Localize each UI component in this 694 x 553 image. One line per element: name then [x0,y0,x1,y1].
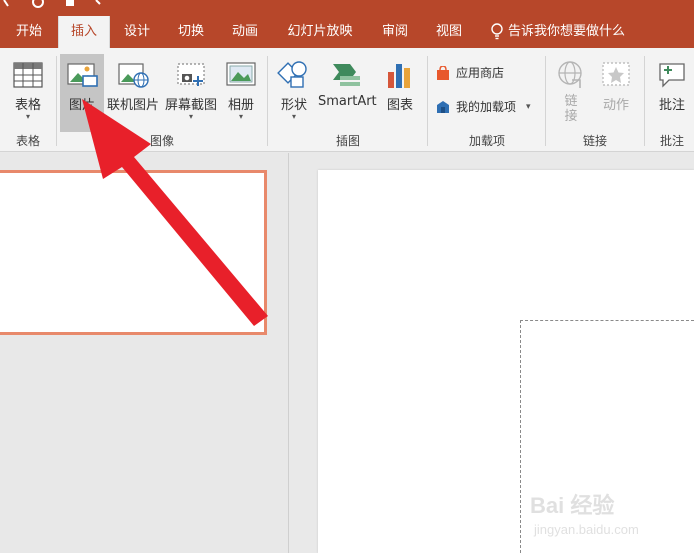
slide-thumbnail[interactable] [0,170,267,335]
quick-access-icons[interactable] [0,0,120,16]
group-label-images: 图像 [149,134,174,148]
table-label: 表格 [14,98,41,113]
tab-insert[interactable]: 插入 [58,16,110,48]
chevron-down-icon: ▾ [291,112,296,121]
group-divider [56,56,57,146]
online-picture-button[interactable]: 联机图片 [106,54,160,132]
tab-slideshow[interactable]: 幻灯片放映 [282,16,358,48]
tab-transitions[interactable]: 切换 [168,16,214,48]
tab-view[interactable]: 视图 [426,16,472,48]
table-icon [13,62,43,88]
screenshot-icon [177,63,205,86]
chevron-down-icon: ▾ [238,112,243,121]
quick-access-toolbar [0,0,694,16]
tab-home[interactable]: 开始 [6,16,52,48]
picture-button[interactable]: 图片 [60,54,104,132]
tab-review[interactable]: 审阅 [372,16,418,48]
store-button[interactable]: 应用商店 [436,62,504,84]
group-label-links: 链接 [582,134,607,148]
chevron-down-icon: ▾ [526,102,531,112]
screenshot-button[interactable]: 屏幕截图 ▾ [162,54,220,132]
comment-icon [659,63,685,88]
action-button[interactable]: 动作 [594,54,638,132]
ribbon-insert: 表格 ▾ 表格 图片 联机图片 屏幕截图 ▾ 相册 ▾ 图像 形状 ▾ Smar… [0,48,694,152]
my-addins-icon [437,101,449,113]
store-icon [437,66,449,80]
watermark-url: jingyan.baidu.com [534,522,639,537]
smartart-button[interactable]: SmartArt [318,54,377,132]
watermark-brand: Bai 经验 [530,493,615,518]
tab-animations[interactable]: 动画 [222,16,268,48]
shapes-icon [277,61,307,88]
chart-button[interactable]: 图表 [380,54,420,132]
action-label: 动作 [602,98,629,113]
link-button[interactable]: 链接 [550,54,592,132]
store-label: 应用商店 [456,66,505,80]
shapes-label: 形状 [280,98,307,113]
chart-icon [388,64,410,88]
baidu-watermark: Bai 经验 jingyan.baidu.com [530,488,680,548]
group-divider [545,56,546,146]
ribbon-tab-bar: 开始 插入 设计 切换 动画 幻灯片放映 审阅 视图 告诉我你想要做什么 [0,16,694,48]
group-divider [267,56,268,146]
smartart-icon [333,64,360,86]
online-picture-label: 联机图片 [106,98,159,113]
album-button[interactable]: 相册 ▾ [222,54,260,132]
my-addins-button[interactable]: 我的加载项 ▾ [436,96,531,118]
action-star-icon [602,62,630,86]
group-label-illustrations: 插图 [335,134,360,148]
group-label-addins: 加载项 [468,134,505,148]
group-divider [644,56,645,146]
comment-label: 批注 [658,98,685,113]
shapes-button[interactable]: 形状 ▾ [272,54,316,132]
smartart-label: SmartArt [318,94,377,109]
chevron-down-icon: ▾ [188,112,193,121]
group-divider [427,56,428,146]
link-globe-icon [558,61,582,88]
tab-design[interactable]: 设计 [114,16,160,48]
screenshot-label: 屏幕截图 [164,98,217,113]
photo-album-icon [226,62,256,86]
album-label: 相册 [227,98,254,113]
tell-me-box[interactable]: 告诉我你想要做什么 [490,16,625,48]
tell-me-text: 告诉我你想要做什么 [508,24,626,39]
group-label-table: 表格 [15,134,40,148]
table-button[interactable]: 表格 ▾ [4,54,52,132]
chevron-down-icon: ▾ [25,112,30,121]
picture-icon [67,63,98,87]
online-picture-icon [118,63,149,88]
link-label: 链接 [564,94,578,124]
comment-button[interactable]: 批注 [650,54,694,132]
lightbulb-icon [491,23,503,40]
picture-label: 图片 [68,98,95,113]
my-addins-label: 我的加载项 [456,100,517,114]
chart-label: 图表 [386,98,413,113]
group-label-comments: 批注 [659,134,684,148]
